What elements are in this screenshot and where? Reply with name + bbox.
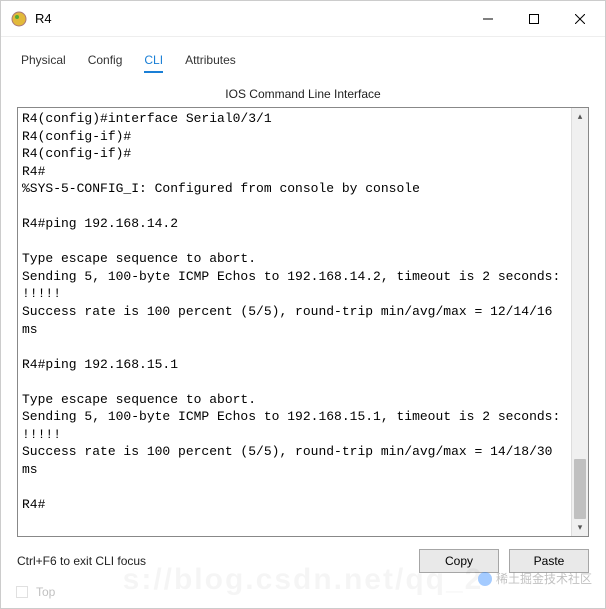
tab-config[interactable]: Config	[88, 51, 123, 73]
scrollbar[interactable]: ▴ ▾	[571, 108, 588, 536]
watermark-text: 稀土掘金技术社区	[496, 570, 592, 587]
footer-checkbox[interactable]	[16, 586, 28, 598]
footer: Top	[16, 585, 55, 599]
scroll-up-icon[interactable]: ▴	[572, 108, 588, 125]
titlebar: R4	[1, 1, 605, 37]
tab-attributes[interactable]: Attributes	[185, 51, 236, 73]
window-title: R4	[35, 11, 465, 26]
tab-bar: Physical Config CLI Attributes	[17, 47, 589, 81]
close-button[interactable]	[557, 1, 603, 36]
tab-physical[interactable]: Physical	[21, 51, 66, 73]
window-controls	[465, 1, 603, 36]
content-area: Physical Config CLI Attributes IOS Comma…	[1, 37, 605, 573]
cli-terminal[interactable]: R4(config)#interface Serial0/3/1 R4(conf…	[18, 108, 571, 536]
panel-title: IOS Command Line Interface	[17, 87, 589, 101]
footer-label: Top	[36, 585, 55, 599]
cli-hint: Ctrl+F6 to exit CLI focus	[17, 554, 409, 568]
maximize-button[interactable]	[511, 1, 557, 36]
tab-cli[interactable]: CLI	[144, 51, 163, 73]
scroll-down-icon[interactable]: ▾	[572, 519, 588, 536]
app-icon	[11, 11, 27, 27]
scroll-thumb[interactable]	[574, 459, 586, 519]
watermark: 稀土掘金技术社区	[478, 570, 592, 587]
minimize-button[interactable]	[465, 1, 511, 36]
watermark-logo-icon	[478, 572, 492, 586]
scroll-track[interactable]	[572, 125, 588, 519]
terminal-frame: R4(config)#interface Serial0/3/1 R4(conf…	[17, 107, 589, 537]
